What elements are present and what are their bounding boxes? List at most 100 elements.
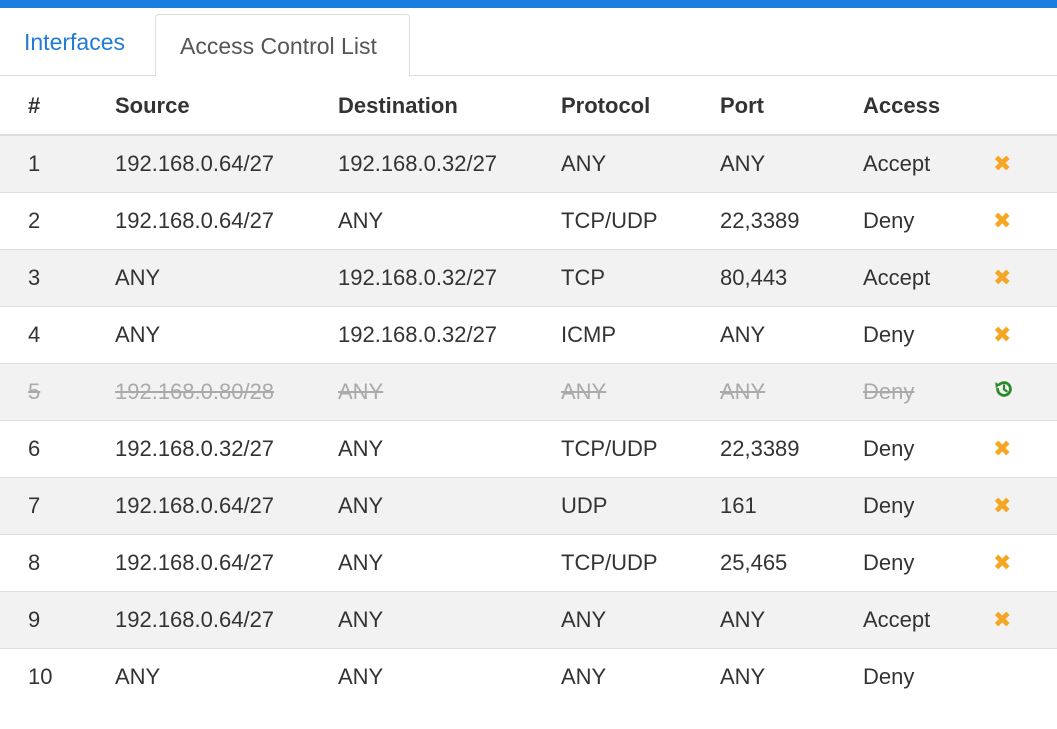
header-protocol: Protocol [561, 77, 720, 136]
remove-icon[interactable]: ✖ [993, 266, 1011, 289]
cell-destination: ANY [338, 476, 561, 534]
cell-access: Deny [863, 647, 993, 705]
cell-protocol: TCP/UDP [561, 191, 720, 249]
cell-num: 6 [0, 419, 115, 477]
cell-num: 2 [0, 191, 115, 249]
remove-icon[interactable]: ✖ [993, 152, 1011, 175]
cell-action: ✖ [993, 533, 1057, 591]
cell-access: Deny [863, 419, 993, 477]
cell-num: 7 [0, 476, 115, 534]
cell-port: 22,3389 [720, 419, 863, 477]
cell-destination: ANY [338, 533, 561, 591]
cell-port: ANY [720, 590, 863, 648]
table-row: 8 192.168.0.64/27 ANY TCP/UDP 25,465 Deny ✖ [0, 533, 1057, 591]
cell-port: 80,443 [720, 248, 863, 306]
cell-num: 3 [0, 248, 115, 306]
cell-access: Deny [863, 191, 993, 249]
remove-icon[interactable]: ✖ [993, 209, 1011, 232]
cell-access: Deny [863, 476, 993, 534]
cell-port: ANY [720, 305, 863, 363]
cell-access: Accept [863, 248, 993, 306]
cell-source: 192.168.0.64/27 [115, 590, 338, 648]
table-row: 2 192.168.0.64/27 ANY TCP/UDP 22,3389 Deny ✖ [0, 191, 1057, 249]
cell-port: 25,465 [720, 533, 863, 591]
cell-source: 192.168.0.64/27 [115, 476, 338, 534]
table-row: 10 ANY ANY ANY ANY Deny [0, 647, 1057, 705]
remove-icon[interactable]: ✖ [993, 437, 1011, 460]
table-row: 4 ANY 192.168.0.32/27 ICMP ANY Deny ✖ [0, 305, 1057, 363]
cell-num: 9 [0, 590, 115, 648]
acl-table: # Source Destination Protocol Port Acces… [0, 77, 1057, 705]
tab-access-control-list[interactable]: Access Control List [155, 14, 410, 77]
cell-action: ✖ [993, 419, 1057, 477]
cell-num: 4 [0, 305, 115, 363]
cell-protocol: ANY [561, 362, 720, 420]
cell-access: Accept [863, 134, 993, 192]
cell-port: ANY [720, 134, 863, 192]
cell-port: 22,3389 [720, 191, 863, 249]
cell-access: Deny [863, 305, 993, 363]
table-row: 6 192.168.0.32/27 ANY TCP/UDP 22,3389 Deny ✖ [0, 419, 1057, 477]
cell-port: 161 [720, 476, 863, 534]
cell-protocol: TCP/UDP [561, 533, 720, 591]
cell-source: 192.168.0.80/28 [115, 362, 338, 420]
remove-icon[interactable]: ✖ [993, 608, 1011, 631]
cell-action: ✖ [993, 476, 1057, 534]
cell-port: ANY [720, 647, 863, 705]
cell-protocol: ANY [561, 134, 720, 192]
remove-icon[interactable]: ✖ [993, 551, 1011, 574]
cell-action: ✖ [993, 248, 1057, 306]
cell-destination: ANY [338, 419, 561, 477]
cell-num: 8 [0, 533, 115, 591]
cell-destination: ANY [338, 590, 561, 648]
cell-source: 192.168.0.64/27 [115, 134, 338, 192]
cell-destination: ANY [338, 647, 561, 705]
acl-table-body: 1 192.168.0.64/27 192.168.0.32/27 ANY ANY Acc… [0, 134, 1057, 705]
cell-action [993, 647, 1057, 705]
cell-destination: 192.168.0.32/27 [338, 134, 561, 192]
cell-destination: ANY [338, 362, 561, 420]
tab-interfaces[interactable]: Interfaces [0, 8, 149, 76]
restore-icon[interactable] [993, 378, 1015, 406]
cell-num: 10 [0, 647, 115, 705]
cell-num: 1 [0, 134, 115, 192]
cell-source: ANY [115, 248, 338, 306]
table-row: 3 ANY 192.168.0.32/27 TCP 80,443 Accept ✖ [0, 248, 1057, 306]
tab-bar: Interfaces Access Control List [0, 8, 1057, 77]
cell-protocol: TCP [561, 248, 720, 306]
table-row: 1 192.168.0.64/27 192.168.0.32/27 ANY ANY Acc… [0, 134, 1057, 192]
header-num: # [0, 77, 115, 136]
remove-icon[interactable]: ✖ [993, 494, 1011, 517]
cell-access: Deny [863, 362, 993, 420]
cell-num: 5 [0, 362, 115, 420]
header-port: Port [720, 77, 863, 136]
cell-source: ANY [115, 647, 338, 705]
header-destination: Destination [338, 77, 561, 136]
table-row: 9 192.168.0.64/27 ANY ANY ANY Accept ✖ [0, 590, 1057, 648]
cell-destination: 192.168.0.32/27 [338, 305, 561, 363]
cell-protocol: TCP/UDP [561, 419, 720, 477]
cell-source: 192.168.0.64/27 [115, 533, 338, 591]
cell-action: ✖ [993, 305, 1057, 363]
cell-action: ✖ [993, 590, 1057, 648]
cell-source: 192.168.0.32/27 [115, 419, 338, 477]
table-header-row: # Source Destination Protocol Port Acces… [0, 77, 1057, 136]
cell-port: ANY [720, 362, 863, 420]
cell-protocol: ICMP [561, 305, 720, 363]
cell-access: Deny [863, 533, 993, 591]
header-source: Source [115, 77, 338, 136]
table-row: 7 192.168.0.64/27 ANY UDP 161 Deny ✖ [0, 476, 1057, 534]
header-access: Access [863, 77, 993, 136]
header-actions [993, 77, 1057, 136]
cell-action: ✖ [993, 191, 1057, 249]
cell-action [993, 362, 1057, 420]
cell-destination: 192.168.0.32/27 [338, 248, 561, 306]
remove-icon[interactable]: ✖ [993, 323, 1011, 346]
cell-access: Accept [863, 590, 993, 648]
table-row: 5 192.168.0.80/28 ANY ANY ANY Deny [0, 362, 1057, 420]
cell-protocol: ANY [561, 647, 720, 705]
top-accent-bar [0, 0, 1057, 8]
cell-source: ANY [115, 305, 338, 363]
cell-action: ✖ [993, 134, 1057, 192]
cell-destination: ANY [338, 191, 561, 249]
